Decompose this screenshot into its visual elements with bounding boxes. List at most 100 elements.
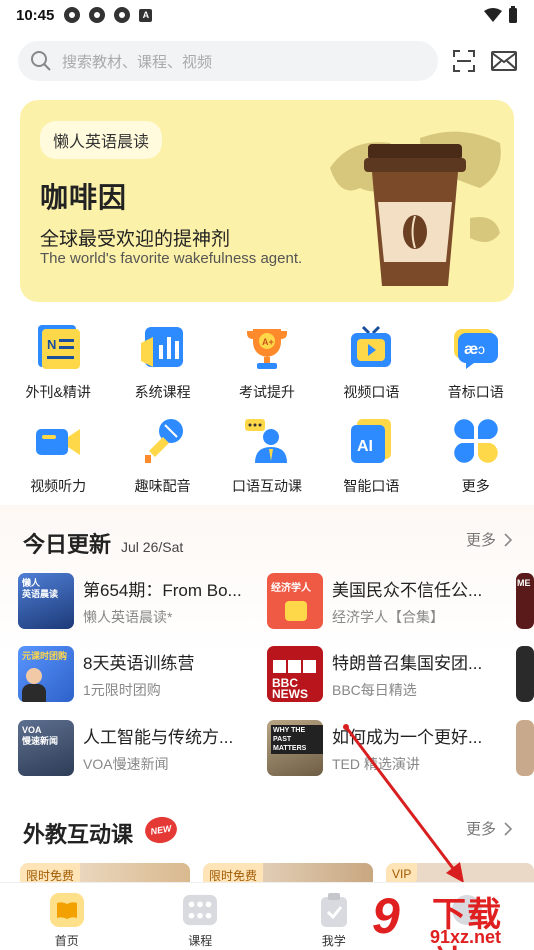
- chevron-right-icon: [504, 821, 512, 836]
- nav-label: 首页: [54, 934, 79, 948]
- svg-text:æ: æ: [464, 341, 478, 358]
- clover-icon: [451, 416, 501, 466]
- search-input[interactable]: 搜索教材、课程、视频: [18, 41, 439, 81]
- thumb-text: WHY THE PAST MATTERS: [271, 725, 323, 754]
- thumb-text: 元课时团购: [22, 651, 68, 661]
- category-more[interactable]: 更多: [424, 416, 528, 496]
- thumb-text: 懒人 英语晨读: [22, 578, 59, 599]
- nav-label: 课程: [188, 934, 213, 948]
- watermark-mark: 9: [372, 888, 400, 944]
- list-item[interactable]: 经济学人 美国民众不信任公... 经济学人【合集】: [267, 573, 500, 629]
- teacher-icon: [242, 416, 292, 466]
- svg-text:A+: A+: [262, 337, 274, 347]
- app-notification-icon: [64, 7, 81, 23]
- message-button[interactable]: [490, 47, 518, 75]
- category-dubbing[interactable]: 趣味配音: [110, 416, 214, 496]
- banner-subtitle-cn: 全球最受欢迎的提神剂: [40, 229, 231, 250]
- category-phonetic[interactable]: æɔ 音标口语: [424, 322, 528, 402]
- category-label: 外刊&精讲: [25, 384, 91, 400]
- item-title: 特朗普召集国安团...: [332, 653, 483, 673]
- microphone-icon: [138, 416, 188, 466]
- category-label: 口语互动课: [231, 478, 302, 494]
- nav-label: 我学: [321, 934, 346, 948]
- category-video-speaking[interactable]: 视频口语: [319, 322, 423, 402]
- section-header: 今日更新 Jul 26/Sat: [23, 527, 183, 559]
- item-source: VOA慢速新闻: [83, 755, 169, 772]
- more-label: 更多: [465, 532, 496, 549]
- item-title: 美国民众不信任公...: [332, 580, 483, 600]
- item-thumbnail: 经济学人: [267, 573, 323, 629]
- thumb-text: VOA 慢速新闻: [22, 725, 59, 746]
- category-label: 更多: [461, 478, 490, 494]
- tv-play-icon: [346, 322, 396, 372]
- coffee-cup-icon: [364, 144, 466, 286]
- item-thumbnail: VOA 慢速新闻: [18, 720, 74, 776]
- category-label: 系统课程: [134, 384, 191, 400]
- category-grid: N 外刊&精讲 系统课程 A+ 考试提升 视频口语 æɔ 音标口语 视频听力 趣…: [6, 322, 528, 496]
- nav-courses[interactable]: 课程: [134, 883, 268, 950]
- item-thumbnail: 懒人 英语晨读: [18, 573, 74, 629]
- category-label: 音标口语: [447, 384, 504, 400]
- chart-bars-icon: [138, 322, 188, 372]
- svg-text:ɔ: ɔ: [478, 341, 485, 357]
- category-label: 趣味配音: [134, 478, 191, 494]
- item-thumbnail-partial[interactable]: ME: [516, 573, 534, 629]
- trophy-icon: A+: [242, 322, 292, 372]
- list-item[interactable]: 懒人 英语晨读 第654期：From Bo... 懒人英语晨读*: [18, 573, 251, 629]
- clipboard-check-icon: [317, 893, 351, 927]
- scan-button[interactable]: [450, 47, 478, 75]
- item-thumbnail: 元课时团购: [18, 646, 74, 702]
- item-source: 懒人英语晨读*: [83, 608, 173, 625]
- section-title: 今日更新: [23, 532, 112, 557]
- nav-home[interactable]: 首页: [0, 883, 134, 950]
- category-label: 智能口语: [343, 478, 400, 494]
- category-label: 视频听力: [30, 478, 87, 494]
- battery-icon: [509, 6, 517, 23]
- chevron-right-icon: [504, 532, 512, 547]
- status-bar: 10:45 A: [0, 0, 534, 30]
- item-thumbnail: WHY THE PAST MATTERS: [267, 720, 323, 776]
- section-date: Jul 26/Sat: [121, 539, 184, 555]
- item-source: 经济学人【合集】: [332, 608, 444, 625]
- banner-title: 咖啡因: [40, 182, 128, 213]
- category-exam[interactable]: A+ 考试提升: [215, 322, 319, 402]
- promo-banner[interactable]: 懒人英语晨读 咖啡因 全球最受欢迎的提神剂 The world's favori…: [20, 100, 514, 302]
- item-title: 第654期：From Bo...: [83, 580, 242, 600]
- banner-subtitle-en: The world's favorite wakefulness agent.: [40, 250, 303, 267]
- grid-course-icon: [183, 893, 218, 927]
- thumb-text: 经济学人: [271, 583, 311, 594]
- wifi-icon: [484, 8, 502, 22]
- category-label: 考试提升: [238, 384, 295, 400]
- search-icon: [31, 51, 51, 71]
- thumb-text: ME: [517, 578, 531, 588]
- mail-icon: [491, 51, 518, 71]
- svg-text:N: N: [47, 337, 56, 352]
- category-video-listening[interactable]: 视频听力: [6, 416, 110, 496]
- search-row: 搜索教材、课程、视频: [18, 41, 518, 81]
- item-source: 1元限时团购: [83, 681, 161, 698]
- item-thumbnail: BBC NEWS: [267, 646, 323, 702]
- app-notification-icon: [114, 7, 131, 23]
- scan-icon: [453, 50, 476, 72]
- watermark: 9 下载站 91xz.net: [372, 885, 534, 950]
- list-item[interactable]: BBC NEWS 特朗普召集国安团... BBC每日精选: [267, 646, 500, 702]
- banner-tag: 懒人英语晨读: [40, 121, 163, 159]
- a-notification-icon: A: [139, 8, 153, 22]
- item-thumbnail-partial[interactable]: [516, 720, 534, 776]
- app-notification-icon: [89, 7, 106, 23]
- category-label: 视频口语: [343, 384, 400, 400]
- search-placeholder: 搜索教材、课程、视频: [62, 53, 213, 71]
- category-ai-speaking[interactable]: AI 智能口语: [319, 416, 423, 496]
- category-newspaper[interactable]: N 外刊&精讲: [6, 322, 110, 402]
- item-thumbnail-partial[interactable]: [516, 646, 534, 702]
- today-more-link[interactable]: 更多: [466, 529, 512, 550]
- category-interactive-class[interactable]: 口语互动课: [215, 416, 319, 496]
- category-system-course[interactable]: 系统课程: [110, 322, 214, 402]
- status-time: 10:45: [16, 6, 55, 24]
- list-item[interactable]: 元课时团购 8天英语训练营 1元限时团购: [18, 646, 251, 702]
- list-item[interactable]: VOA 慢速新闻 人工智能与传统方... VOA慢速新闻: [18, 720, 251, 776]
- svg-text:AI: AI: [357, 438, 373, 455]
- annotation-arrow: [343, 724, 464, 883]
- item-title: 人工智能与传统方...: [83, 727, 234, 747]
- watermark-site: 91xz.net: [430, 927, 502, 947]
